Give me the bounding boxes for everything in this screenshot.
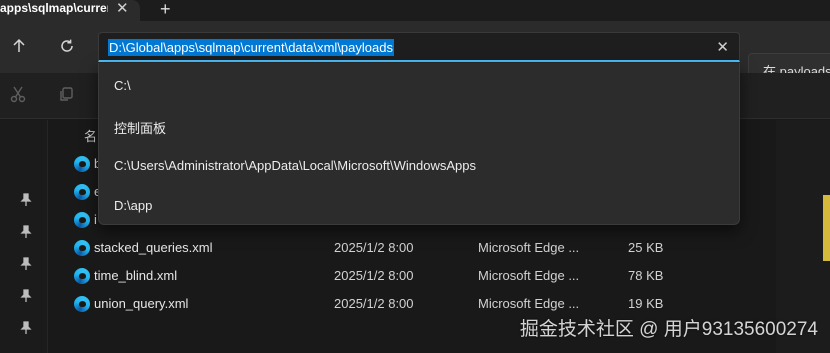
- navigation-pane: [0, 120, 48, 353]
- file-date: 2025/1/2 8:00: [334, 296, 414, 311]
- new-tab-button[interactable]: +: [160, 0, 171, 18]
- file-type: Microsoft Edge ...: [478, 296, 580, 311]
- suggestion-label: D:\app: [114, 198, 153, 213]
- address-suggestions-dropdown: C:\ 控制面板 C:\Users\Administrator\AppData\…: [98, 63, 740, 225]
- file-type: Microsoft Edge ...: [478, 268, 580, 283]
- suggestion-item[interactable]: C:\Users\Administrator\AppData\Local\Mic…: [99, 146, 739, 186]
- file-date: 2025/1/2 8:00: [334, 240, 414, 255]
- suggestion-item[interactable]: C:\: [99, 66, 739, 106]
- suggestion-item[interactable]: D:\app: [99, 186, 739, 226]
- edge-file-icon: [74, 156, 90, 172]
- tab-current[interactable]: apps\sqlmap\curren ✕: [0, 0, 140, 21]
- table-row[interactable]: stacked_queries.xml 2025/1/2 8:00 Micros…: [70, 234, 730, 262]
- suggestion-label: C:\: [114, 78, 131, 93]
- edge-file-icon: [74, 268, 90, 284]
- pin-icon[interactable]: [19, 257, 33, 271]
- background-window-edge: [823, 195, 830, 261]
- suggestion-label: C:\Users\Administrator\AppData\Local\Mic…: [114, 158, 476, 173]
- file-name: time_blind.xml: [94, 268, 178, 283]
- address-bar[interactable]: D:\Global\apps\sqlmap\current\data\xml\p…: [98, 32, 740, 62]
- suggestion-label: 控制面板: [114, 121, 167, 136]
- suggestion-item[interactable]: 控制面板: [99, 106, 739, 146]
- tab-bar: apps\sqlmap\curren ✕ +: [0, 0, 830, 21]
- refresh-icon[interactable]: [58, 37, 78, 57]
- address-input-selected-text[interactable]: D:\Global\apps\sqlmap\current\data\xml\p…: [108, 39, 394, 56]
- up-arrow-icon[interactable]: [10, 37, 30, 57]
- pin-icon[interactable]: [19, 289, 33, 303]
- file-size: 78 KB: [628, 268, 664, 283]
- file-name: i: [94, 212, 97, 227]
- file-date: 2025/1/2 8:00: [334, 268, 414, 283]
- edge-file-icon: [74, 240, 90, 256]
- watermark: 掘金技术社区 @ 用户93135600274: [519, 319, 818, 340]
- file-type: Microsoft Edge ...: [478, 240, 580, 255]
- pin-icon[interactable]: [19, 225, 33, 239]
- file-name: stacked_queries.xml: [94, 240, 213, 255]
- copy-icon[interactable]: [57, 85, 77, 105]
- pin-icon[interactable]: [19, 321, 33, 335]
- close-icon[interactable]: ✕: [716, 38, 729, 56]
- pin-icon[interactable]: [19, 193, 33, 207]
- file-size: 19 KB: [628, 296, 664, 311]
- edge-file-icon: [74, 296, 90, 312]
- tab-title: apps\sqlmap\curren: [0, 1, 108, 15]
- file-size: 25 KB: [628, 240, 664, 255]
- column-header-name[interactable]: 名: [84, 126, 97, 145]
- file-name: union_query.xml: [94, 296, 189, 311]
- cut-icon[interactable]: [9, 85, 29, 105]
- edge-file-icon: [74, 212, 90, 228]
- close-icon[interactable]: ✕: [116, 1, 129, 17]
- table-row[interactable]: time_blind.xml 2025/1/2 8:00 Microsoft E…: [70, 262, 730, 290]
- edge-file-icon: [74, 184, 90, 200]
